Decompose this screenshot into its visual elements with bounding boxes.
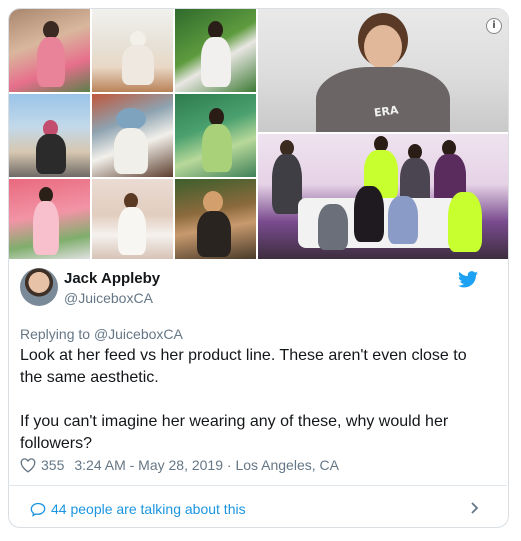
chevron-right-icon[interactable]	[468, 500, 480, 516]
twitter-bird-icon[interactable]	[458, 271, 478, 288]
tweet-media[interactable]: ERA i	[9, 9, 508, 259]
feed-photo-7[interactable]	[9, 179, 90, 259]
divider	[8, 485, 507, 486]
info-icon[interactable]: i	[486, 18, 502, 34]
talking-link[interactable]: 44 people are talking about this	[30, 501, 246, 517]
replying-to: Replying to @JuiceboxCA	[20, 326, 183, 342]
product-photo-model[interactable]: ERA	[258, 9, 508, 132]
avatar[interactable]	[20, 268, 58, 306]
tweet-timestamp[interactable]: 3:24 AM - May 28, 2019	[74, 457, 223, 473]
feed-photo-2[interactable]	[92, 9, 173, 92]
feed-photo-1[interactable]	[9, 9, 90, 92]
tweet-text: Look at her feed vs her product line. Th…	[20, 347, 467, 452]
feed-photo-4[interactable]	[9, 94, 90, 177]
feed-photo-8[interactable]	[92, 179, 173, 259]
talking-text[interactable]: 44 people are talking about this	[51, 501, 246, 517]
feed-photo-6[interactable]	[175, 94, 256, 177]
feed-photo-9[interactable]	[175, 179, 256, 259]
replying-to-handle[interactable]: @JuiceboxCA	[94, 326, 183, 342]
speech-bubble-icon	[30, 502, 46, 517]
replying-prefix: Replying to	[20, 326, 94, 342]
feed-photo-5[interactable]	[92, 94, 173, 177]
heart-icon[interactable]	[20, 457, 36, 473]
tweet-meta: 355 3:24 AM - May 28, 2019 · Los Angeles…	[20, 457, 339, 473]
author-name[interactable]: Jack Appleby	[64, 270, 160, 287]
tweet-location[interactable]: Los Angeles, CA	[235, 457, 339, 473]
feed-photo-3[interactable]	[175, 9, 256, 92]
product-photo-group[interactable]	[258, 134, 508, 259]
author-handle[interactable]: @JuiceboxCA	[64, 290, 153, 306]
like-count[interactable]: 355	[41, 457, 64, 473]
meta-separator: ·	[223, 457, 236, 473]
